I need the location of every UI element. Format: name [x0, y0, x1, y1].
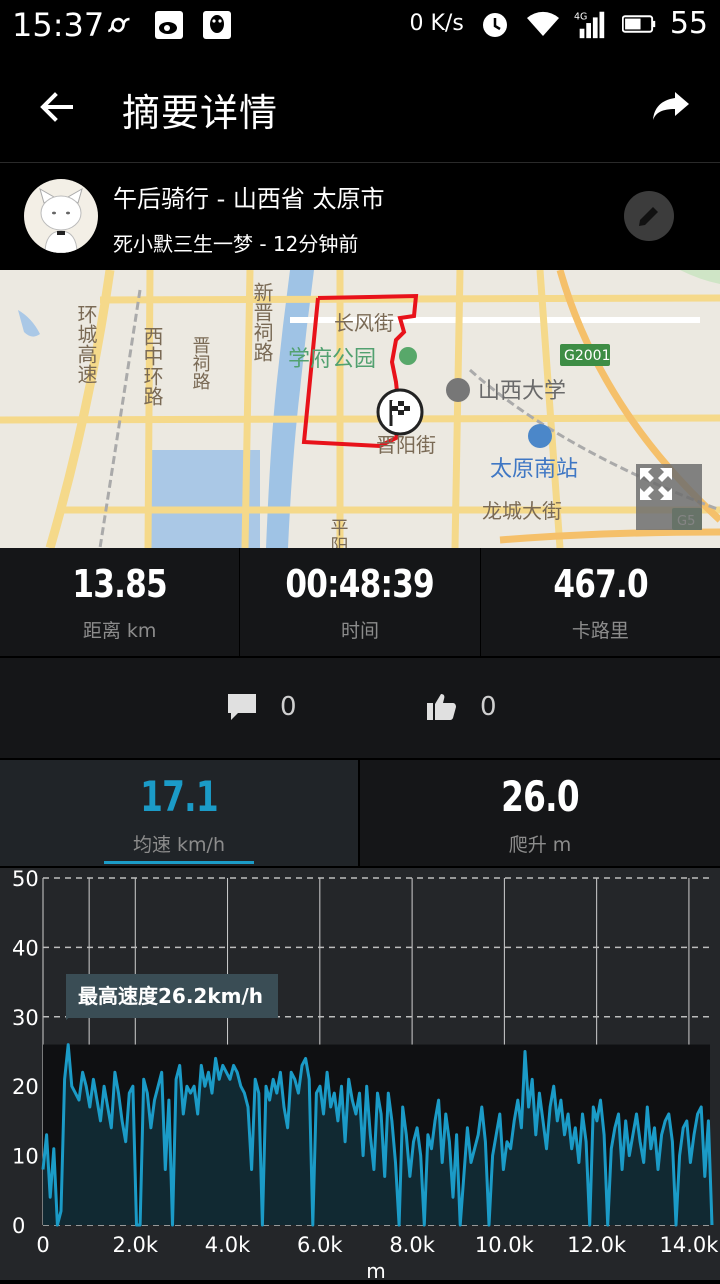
y-tick-label: 50 [12, 868, 39, 891]
app-bar: 摘要详情 [0, 52, 720, 162]
stat-label: 距离 km [82, 620, 157, 642]
map-label: 龙城大街 [482, 499, 562, 523]
x-tick-label: 2.0k [112, 1233, 158, 1257]
activity-title: 午后骑行 - 山西省 太原市 [113, 185, 385, 213]
stat-calories: 467.0 卡路里 [481, 548, 720, 656]
map-label: 平阳 [328, 518, 349, 548]
likes-button[interactable]: 0 [426, 692, 497, 722]
expand-icon [640, 468, 672, 500]
tab-active-indicator [104, 861, 254, 864]
battery-icon [621, 7, 656, 41]
stat-time: 00:48:39 时间 [240, 548, 481, 656]
tab-value: 26.0 [501, 772, 579, 821]
weibo-icon [152, 8, 186, 42]
battery-level: 55 [669, 6, 708, 41]
stat-value: 13.85 [72, 562, 167, 606]
comments-button[interactable]: 0 [226, 692, 297, 722]
tab-value: 17.1 [140, 772, 218, 821]
x-tick-label: 6.0k [297, 1233, 343, 1257]
infinity-icon [104, 8, 138, 42]
thumbs-up-icon [427, 694, 456, 720]
summary-stats: 13.85 距离 km 00:48:39 时间 467.0 卡路里 [0, 548, 720, 656]
net-speed: 0 K/s [409, 11, 464, 36]
back-button[interactable] [32, 82, 82, 132]
arrow-left-icon [40, 92, 73, 122]
stat-value: 00:48:39 [285, 562, 435, 606]
activity-header: 午后骑行 - 山西省 太原市 死小默三生一梦 - 12分钟前 [0, 163, 720, 270]
activity-subtitle[interactable]: 死小默三生一梦 - 12分钟前 [113, 228, 358, 257]
speed-chart[interactable]: 0 10 20 30 40 50 0 2.0k 4.0k 6.0k 8.0k 10.0k 12.0k 14… [0, 867, 720, 1283]
stat-label: 卡路里 [571, 620, 629, 642]
max-speed-annotation: 最高速度26.2km/h [78, 984, 263, 1008]
signal-4g-icon: 4G [574, 7, 608, 41]
chart-svg: 0 10 20 30 40 50 0 2.0k 4.0k 6.0k 8.0k 10.0k 12.0k 14… [12, 867, 719, 1283]
y-tick-label: 40 [12, 936, 39, 960]
map-label: 新晋祠路 [250, 282, 274, 362]
metric-tabs: 17.1 均速 km/h 26.0 爬升 m [0, 760, 720, 866]
map-label: 长风街 [334, 311, 394, 335]
tab-elevation[interactable]: 26.0 爬升 m [360, 760, 720, 866]
wifi-icon [526, 7, 560, 41]
y-tick-label: 10 [12, 1145, 39, 1169]
map-label: 环城高速 [74, 304, 98, 384]
status-bar: 15:37 0 K/s 4G 55 [0, 0, 720, 52]
like-count: 0 [480, 692, 497, 722]
tab-label: 爬升 m [508, 834, 572, 856]
expand-map-button[interactable] [636, 464, 702, 530]
y-tick-label: 30 [12, 1006, 39, 1030]
comment-count: 0 [280, 692, 297, 722]
stat-label: 时间 [340, 620, 379, 642]
map-label: 晋阳街 [376, 433, 436, 457]
x-tick-label: 10.0k [475, 1233, 535, 1257]
pencil-icon [639, 207, 658, 226]
x-tick-label: 0 [36, 1233, 49, 1257]
map-label: 山西大学 [478, 379, 566, 404]
route-map[interactable]: 西中环路 新晋祠路 晋祠路 环城高速 长风街 学府公园 山西大学 晋阳街 太原南… [0, 270, 720, 548]
map-label: 学府公园 [288, 347, 376, 372]
stat-distance: 13.85 距离 km [0, 548, 241, 656]
tab-avg-speed[interactable]: 17.1 均速 km/h [0, 760, 358, 866]
x-tick-label: 14.0k [659, 1233, 719, 1257]
svg-text:4G: 4G [574, 11, 587, 22]
page-title: 摘要详情 [122, 91, 279, 135]
clock: 15:37 [12, 6, 105, 44]
x-axis-label: m [366, 1259, 385, 1280]
tab-label: 均速 km/h [133, 834, 225, 856]
x-tick-label: 4.0k [205, 1233, 251, 1257]
map-label: G2001 [564, 348, 610, 364]
social-bar: 0 0 [0, 658, 720, 758]
map-label: 晋祠路 [190, 336, 211, 390]
stat-value: 467.0 [553, 562, 648, 606]
map-label: 西中环路 [140, 326, 164, 406]
qq-icon [200, 8, 234, 42]
comment-icon [228, 694, 256, 720]
x-tick-label: 8.0k [389, 1233, 435, 1257]
alarm-icon [478, 7, 512, 41]
share-button[interactable] [646, 82, 696, 132]
y-tick-label: 20 [12, 1075, 39, 1099]
share-icon [653, 92, 689, 120]
x-tick-label: 12.0k [567, 1233, 627, 1257]
edit-button[interactable] [624, 191, 674, 241]
y-tick-label: 0 [12, 1214, 25, 1238]
avatar[interactable] [24, 179, 98, 253]
map-label: 太原南站 [490, 457, 578, 482]
